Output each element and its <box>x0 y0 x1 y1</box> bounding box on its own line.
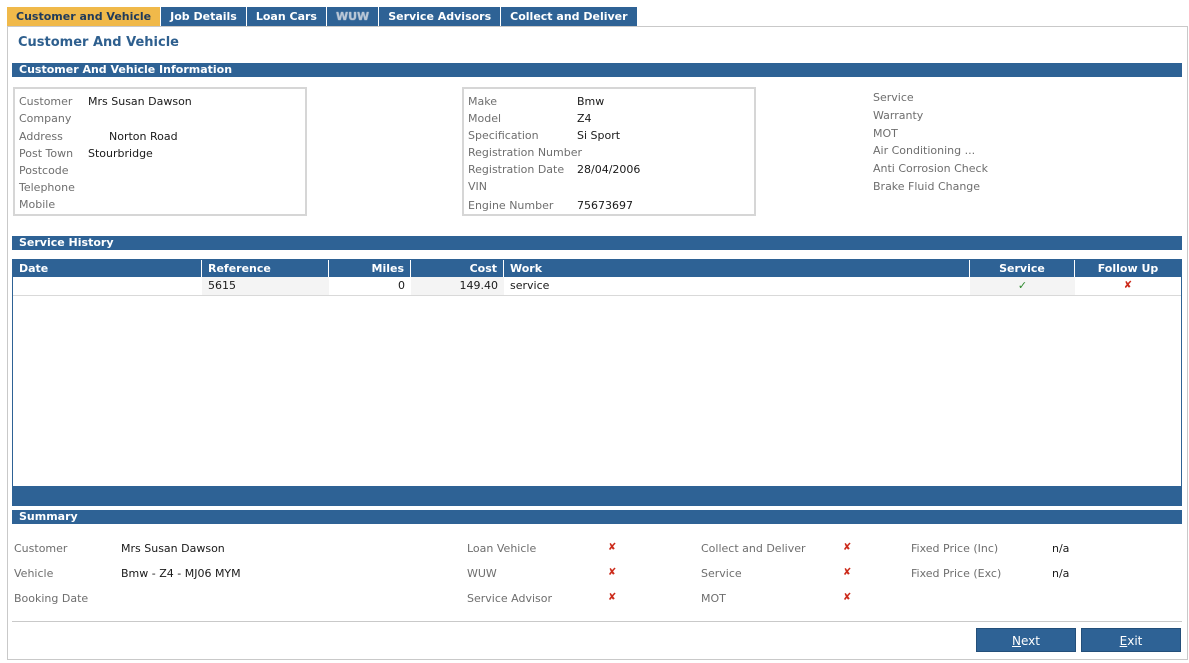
page-title: Customer And Vehicle <box>18 35 179 50</box>
follow-up-cross-icon: ✘ <box>1123 280 1133 291</box>
engine-number-label: Engine Number <box>468 199 554 212</box>
summary-wuw-label: WUW <box>467 567 497 580</box>
tab-customer-and-vehicle[interactable]: Customer and Vehicle <box>7 7 162 27</box>
row-reference-cell: 5615 <box>202 277 329 295</box>
row-cost-cell: 149.40 <box>411 277 504 295</box>
mot-cross-icon: ✘ <box>843 592 852 603</box>
row-date-cell <box>13 277 202 295</box>
post-town-value: Stourbridge <box>88 147 153 160</box>
service-cross-icon: ✘ <box>843 567 852 578</box>
postcode-label: Postcode <box>19 164 69 177</box>
summary-customer-value: Mrs Susan Dawson <box>121 542 225 555</box>
mobile-label: Mobile <box>19 198 56 211</box>
company-label: Company <box>19 112 72 125</box>
summary-service-advisor-label: Service Advisor <box>467 592 553 605</box>
registration-date-value: 28/04/2006 <box>577 163 641 176</box>
col-follow-up-header[interactable]: Follow Up <box>1075 260 1181 277</box>
content-panel: Customer And Vehicle Customer And Vehicl… <box>7 26 1188 660</box>
due-brake-fluid-label: Brake Fluid Change <box>873 180 981 193</box>
col-work-header[interactable]: Work <box>504 260 970 277</box>
specification-value: Si Sport <box>577 129 621 142</box>
summary-vehicle-value: Bmw - Z4 - MJ06 MYM <box>121 567 241 580</box>
vehicle-details-box: Make Bmw Model Z4 Specification Si Sport… <box>462 87 756 216</box>
info-section-header: Customer And Vehicle Information <box>12 63 1182 77</box>
wuw-cross-icon: ✘ <box>608 567 617 578</box>
row-work-cell: service <box>510 279 550 292</box>
summary-header: Summary <box>12 510 1182 524</box>
col-date-header[interactable]: Date <box>13 260 202 277</box>
col-reference-header[interactable]: Reference <box>202 260 329 277</box>
exit-button[interactable]: Exit <box>1081 628 1181 652</box>
next-button-accelerator: N <box>1012 634 1021 648</box>
footer-divider <box>12 621 1182 622</box>
registration-number-label: Registration Number <box>468 146 583 159</box>
model-label: Model <box>468 112 502 125</box>
fixed-price-inc-label: Fixed Price (Inc) <box>911 542 999 555</box>
service-history-grid: Date Reference Miles Cost Work Service F… <box>12 259 1182 506</box>
model-value: Z4 <box>577 112 592 125</box>
due-service-label: Service <box>873 91 914 104</box>
address-label: Address <box>19 130 63 143</box>
customer-details-box: Customer Mrs Susan Dawson Company Addres… <box>13 87 307 216</box>
service-history-header: Service History <box>12 236 1182 250</box>
tab-service-advisors[interactable]: Service Advisors <box>379 7 502 27</box>
post-town-label: Post Town <box>19 147 74 160</box>
customer-label: Customer <box>19 95 73 108</box>
collect-deliver-cross-icon: ✘ <box>843 542 852 553</box>
col-miles-header[interactable]: Miles <box>329 260 411 277</box>
summary-booking-date-label: Booking Date <box>14 592 89 605</box>
grid-footer-bar <box>12 486 1182 506</box>
summary-loan-vehicle-label: Loan Vehicle <box>467 542 537 555</box>
summary-vehicle-label: Vehicle <box>14 567 54 580</box>
next-button-label: ext <box>1021 634 1040 648</box>
exit-button-label: xit <box>1127 634 1143 648</box>
service-check-icon: ✓ <box>970 277 1075 295</box>
col-service-header[interactable]: Service <box>970 260 1075 277</box>
tab-strip: Customer and Vehicle Job Details Loan Ca… <box>7 7 638 27</box>
telephone-label: Telephone <box>19 181 75 194</box>
address-value: Norton Road <box>109 130 178 143</box>
summary-customer-label: Customer <box>14 542 68 555</box>
make-label: Make <box>468 95 497 108</box>
engine-number-value: 75673697 <box>577 199 633 212</box>
due-mot-label: MOT <box>873 127 898 140</box>
service-advisor-cross-icon: ✘ <box>608 592 617 603</box>
grid-header-row: Date Reference Miles Cost Work Service F… <box>13 260 1181 277</box>
summary-mot-label: MOT <box>701 592 726 605</box>
registration-date-label: Registration Date <box>468 163 565 176</box>
specification-label: Specification <box>468 129 539 142</box>
summary-service-label: Service <box>701 567 742 580</box>
fixed-price-exc-value: n/a <box>1052 567 1070 580</box>
next-button[interactable]: Next <box>976 628 1076 652</box>
fixed-price-exc-label: Fixed Price (Exc) <box>911 567 1002 580</box>
tab-loan-cars[interactable]: Loan Cars <box>246 7 327 27</box>
make-value: Bmw <box>577 95 605 108</box>
tab-job-details[interactable]: Job Details <box>161 7 247 27</box>
summary-collect-deliver-label: Collect and Deliver <box>701 542 806 555</box>
fixed-price-inc-value: n/a <box>1052 542 1070 555</box>
tab-wuw[interactable]: WUW <box>326 7 380 27</box>
tab-collect-and-deliver[interactable]: Collect and Deliver <box>501 7 638 27</box>
due-warranty-label: Warranty <box>873 109 924 122</box>
vin-label: VIN <box>468 180 487 193</box>
customer-value: Mrs Susan Dawson <box>88 95 192 108</box>
row-divider <box>13 295 1181 296</box>
loan-vehicle-cross-icon: ✘ <box>608 542 617 553</box>
due-anti-corrosion-label: Anti Corrosion Check <box>873 162 988 175</box>
row-miles-cell: 0 <box>398 279 405 292</box>
due-air-conditioning-label: Air Conditioning ... <box>873 144 976 157</box>
col-cost-header[interactable]: Cost <box>411 260 504 277</box>
